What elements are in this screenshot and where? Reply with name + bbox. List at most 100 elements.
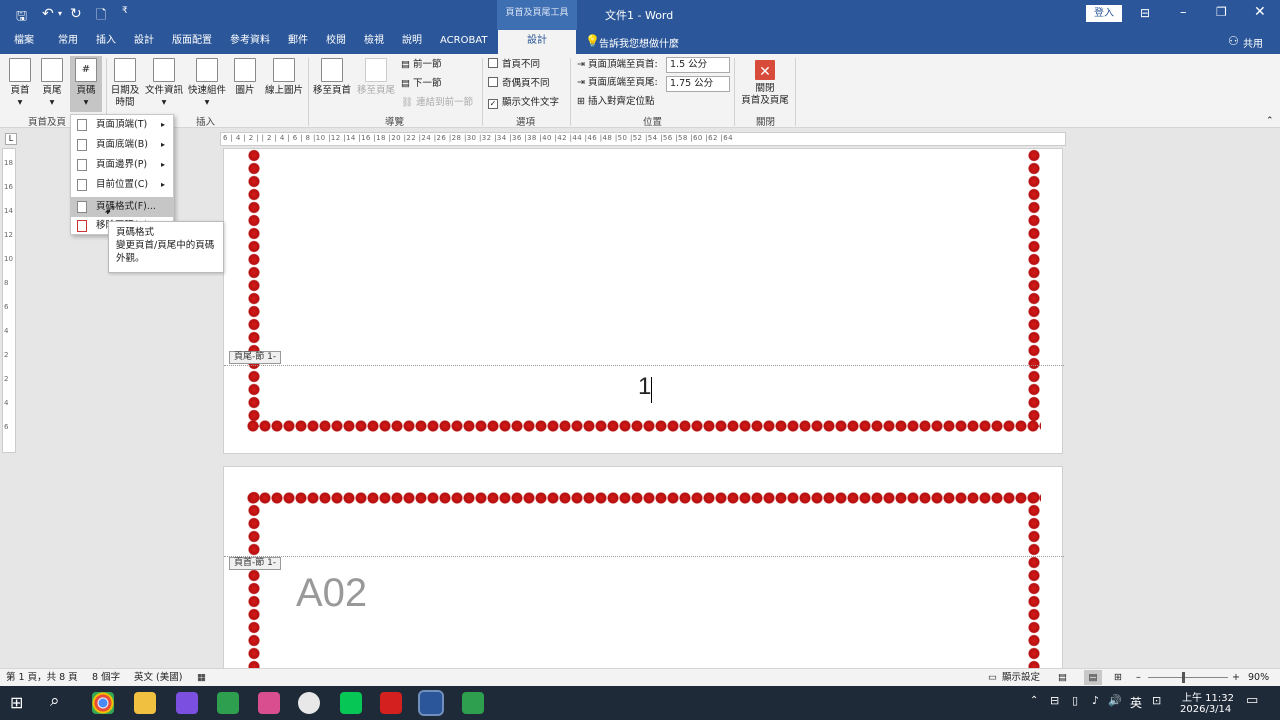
different-first-page-checkbox[interactable]: 首頁不同: [488, 58, 540, 72]
windows-start-icon[interactable]: ⊞: [10, 693, 23, 712]
clock-date[interactable]: 2026/3/14: [1180, 704, 1231, 715]
search-icon[interactable]: ⌕: [50, 691, 60, 711]
undo-icon[interactable]: ↶: [42, 6, 54, 22]
read-mode-icon[interactable]: ▤: [1058, 669, 1067, 686]
macro-record-icon[interactable]: ▦: [197, 669, 206, 686]
tray-chevron-icon[interactable]: ⌃: [1030, 695, 1038, 706]
tab-view[interactable]: 檢視: [364, 30, 384, 54]
web-layout-icon[interactable]: ⊞: [1114, 669, 1122, 686]
tab-references[interactable]: 參考資料: [230, 30, 270, 54]
display-settings-icon[interactable]: ▭: [988, 669, 997, 686]
quick-parts-button[interactable]: 快速組件 ▾: [186, 58, 228, 109]
header-from-top-spinner[interactable]: 1.5 公分: [666, 57, 730, 73]
go-to-header-icon: [321, 58, 343, 82]
zoom-level[interactable]: 90%: [1248, 669, 1269, 686]
menu-item-current-position[interactable]: 目前位置(C) ▸: [71, 175, 173, 195]
page-number-field[interactable]: 1: [638, 373, 651, 401]
menu-item-top-of-page[interactable]: 頁面頂端(T) ▸: [71, 115, 173, 135]
insert-alignment-tab-button[interactable]: ⊞ 插入對齊定位點: [577, 95, 655, 109]
go-to-footer-button[interactable]: 移至頁尾: [355, 58, 397, 97]
word-count-status[interactable]: 8 個字: [92, 669, 120, 686]
doc-info-button[interactable]: 文件資訊 ▾: [143, 58, 185, 109]
page-2[interactable]: 頁首-節 1- A02: [223, 466, 1064, 677]
close-label-1: 關閉: [755, 83, 775, 94]
ime-indicator[interactable]: 英: [1130, 694, 1142, 711]
show-document-text-checkbox[interactable]: ✓ 顯示文件文字: [488, 96, 559, 110]
page-count-status[interactable]: 第 1 頁，共 8 頁: [6, 669, 78, 686]
different-odd-even-checkbox[interactable]: 奇偶頁不同: [488, 77, 550, 91]
go-to-header-button[interactable]: 移至頁首: [311, 58, 353, 97]
camtasia-icon[interactable]: [217, 692, 239, 714]
customize-toolbar-icon[interactable]: ₹: [122, 6, 128, 16]
close-x-icon: ✕: [755, 60, 775, 80]
tab-home[interactable]: 常用: [58, 30, 78, 54]
tab-layout[interactable]: 版面配置: [172, 30, 212, 54]
volume-icon[interactable]: 🔊: [1108, 694, 1122, 707]
page-number-button[interactable]: # 頁碼 ▾: [70, 56, 102, 112]
file-explorer-icon[interactable]: [134, 692, 156, 714]
footer-from-bottom-spinner[interactable]: 1.75 公分: [666, 76, 730, 92]
share-button[interactable]: 共用: [1243, 35, 1263, 50]
app-icon[interactable]: [176, 692, 198, 714]
battery-icon[interactable]: ▯: [1072, 694, 1078, 707]
vertical-ruler[interactable]: 18 16 14 12 10 8 6 4 2 2 4 6: [2, 148, 16, 453]
zoom-slider[interactable]: [1148, 677, 1228, 678]
close-header-footer-button[interactable]: ✕ 關閉 頁首及頁尾: [738, 60, 792, 107]
zoom-slider-thumb[interactable]: [1182, 672, 1185, 683]
print-layout-icon[interactable]: ▤: [1084, 670, 1102, 685]
save-icon[interactable]: 🖫: [16, 7, 27, 29]
redo-icon[interactable]: ↻: [70, 6, 82, 22]
minimize-icon[interactable]: –: [1180, 5, 1187, 20]
new-document-icon[interactable]: 🗋: [96, 6, 106, 28]
display-settings-button[interactable]: 顯示設定: [1002, 669, 1040, 686]
tab-insert[interactable]: 插入: [96, 30, 116, 54]
tab-mailings[interactable]: 郵件: [288, 30, 308, 54]
chrome-profile-icon[interactable]: [258, 692, 280, 714]
page-1[interactable]: 頁尾-節 1- 1: [223, 148, 1064, 454]
clock-time[interactable]: 上午 11:32: [1182, 689, 1234, 704]
tab-selector[interactable]: L: [5, 133, 17, 145]
signin-button[interactable]: 登入: [1086, 5, 1122, 22]
tab-review[interactable]: 校閱: [326, 30, 346, 54]
pictures-button[interactable]: 圖片: [230, 58, 260, 97]
microphone-icon[interactable]: ♪: [1092, 694, 1099, 707]
quick-parts-icon: [196, 58, 218, 82]
maximize-icon[interactable]: ❐: [1216, 5, 1227, 19]
menu-item-format-page-numbers[interactable]: 頁碼格式(F)...: [71, 197, 173, 217]
tell-me-search[interactable]: 告訴我您想做什麼: [599, 35, 679, 50]
horizontal-ruler[interactable]: 6 | 4 | 2 | | 2 | 4 | 6 | 8 |10 |12 |14 …: [220, 132, 1066, 146]
line-icon[interactable]: [340, 692, 362, 714]
red-border-left: [247, 491, 261, 677]
zoom-out-button[interactable]: –: [1136, 669, 1141, 686]
tab-hf-design[interactable]: 設計: [498, 30, 576, 54]
online-pictures-button[interactable]: 線上圖片: [262, 58, 306, 97]
menu-item-bottom-of-page[interactable]: 頁面底端(B) ▸: [71, 135, 173, 155]
menu-item-page-margins[interactable]: 頁面邊界(P) ▸: [71, 155, 173, 175]
undo-dropdown-icon[interactable]: ▾: [58, 9, 62, 18]
word-icon[interactable]: [418, 690, 444, 716]
body-text[interactable]: A02: [296, 571, 367, 616]
close-icon[interactable]: ✕: [1254, 4, 1266, 20]
page-number-icon: #: [75, 58, 97, 82]
ribbon-display-icon[interactable]: ⊟: [1140, 6, 1150, 20]
tab-acrobat[interactable]: ACROBAT: [440, 30, 488, 54]
notification-icon[interactable]: ▭: [1246, 693, 1258, 708]
tab-help[interactable]: 說明: [402, 30, 422, 54]
camtasia-recorder-icon[interactable]: [462, 692, 484, 714]
clock-app-icon[interactable]: [298, 692, 320, 714]
date-time-button[interactable]: 日期及 時間: [108, 58, 142, 109]
tab-design[interactable]: 設計: [134, 30, 154, 54]
header-button[interactable]: 頁首 ▾: [6, 58, 34, 109]
ime-mode-icon[interactable]: ⊡: [1152, 694, 1161, 707]
tab-file[interactable]: 檔案: [14, 30, 34, 54]
network-icon[interactable]: ⊟: [1050, 694, 1059, 707]
acrobat-icon[interactable]: [380, 692, 402, 714]
next-section-button[interactable]: ▤ 下一節: [401, 77, 442, 91]
collapse-ribbon-icon[interactable]: ⌃: [1266, 116, 1274, 126]
previous-section-button[interactable]: ▤ 前一節: [401, 58, 442, 72]
language-status[interactable]: 英文 (美國): [134, 669, 182, 686]
zoom-in-button[interactable]: +: [1232, 669, 1240, 686]
footer-button[interactable]: 頁尾 ▾: [38, 58, 66, 109]
chrome-icon[interactable]: [92, 692, 114, 714]
link-previous-button[interactable]: ⛓ 連結到前一節: [401, 96, 473, 110]
